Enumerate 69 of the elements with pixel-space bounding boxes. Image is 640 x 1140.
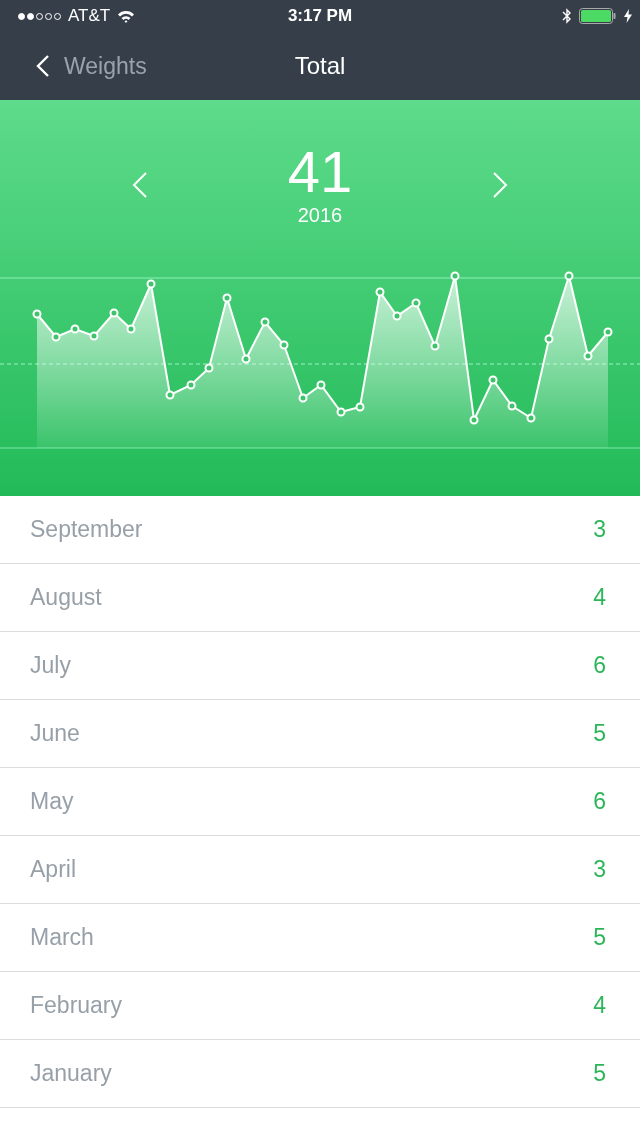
month-name: May [30, 788, 74, 815]
month-row[interactable]: February 4 [0, 972, 640, 1040]
data-point [336, 407, 346, 417]
data-point [89, 331, 99, 341]
month-count: 6 [593, 652, 606, 679]
month-count: 5 [593, 1060, 606, 1087]
month-row[interactable]: August 4 [0, 564, 640, 632]
month-row[interactable]: March 5 [0, 904, 640, 972]
data-point [392, 311, 402, 321]
month-name: March [30, 924, 94, 951]
carrier-name: AT&T [68, 6, 111, 26]
month-name: September [30, 516, 143, 543]
month-count: 4 [593, 584, 606, 611]
data-point [70, 324, 80, 334]
data-point [430, 341, 440, 351]
month-row[interactable]: June 5 [0, 700, 640, 768]
month-name: June [30, 720, 80, 747]
data-point [583, 351, 593, 361]
wifi-icon [117, 9, 136, 23]
data-point [507, 401, 517, 411]
data-point [146, 279, 156, 289]
data-point [603, 327, 613, 337]
data-point [165, 390, 175, 400]
data-point [411, 298, 421, 308]
data-point [564, 271, 574, 281]
data-point [544, 334, 554, 344]
month-name: February [30, 992, 123, 1019]
data-point [526, 413, 536, 423]
month-row[interactable]: September 3 [0, 496, 640, 564]
month-count: 4 [593, 992, 606, 1019]
month-count: 3 [593, 856, 606, 883]
month-row[interactable]: April 3 [0, 836, 640, 904]
month-count: 5 [593, 720, 606, 747]
data-point [279, 340, 289, 350]
data-point [260, 317, 270, 327]
data-point [51, 332, 61, 342]
data-point [109, 308, 119, 318]
data-point [355, 402, 365, 412]
total-value: 41 [287, 142, 353, 202]
clock-time: 3:17 PM [287, 6, 353, 26]
data-point [298, 393, 308, 403]
month-count: 6 [593, 788, 606, 815]
month-row[interactable]: January 5 [0, 1040, 640, 1108]
month-name: July [30, 652, 71, 679]
data-point [488, 375, 498, 385]
back-button[interactable]: Weights [0, 52, 147, 80]
month-name: January [30, 1060, 112, 1087]
data-point [450, 271, 460, 281]
month-name: April [30, 856, 76, 883]
month-row[interactable]: May 6 [0, 768, 640, 836]
screen-title: Total [294, 52, 346, 80]
month-count: 5 [593, 924, 606, 951]
month-row[interactable]: July 6 [0, 632, 640, 700]
data-point [316, 380, 326, 390]
data-point [126, 324, 136, 334]
year-label: 2016 [297, 204, 343, 227]
battery-icon [579, 8, 617, 24]
data-point [469, 415, 479, 425]
data-point [222, 293, 232, 303]
data-point [186, 380, 196, 390]
data-point [241, 354, 251, 364]
data-point [32, 309, 42, 319]
bluetooth-icon [562, 8, 572, 24]
back-chevron-icon [36, 54, 50, 78]
month-name: August [30, 584, 102, 611]
data-point [204, 363, 214, 373]
month-count: 3 [593, 516, 606, 543]
data-point [375, 287, 385, 297]
charging-icon [624, 9, 632, 23]
